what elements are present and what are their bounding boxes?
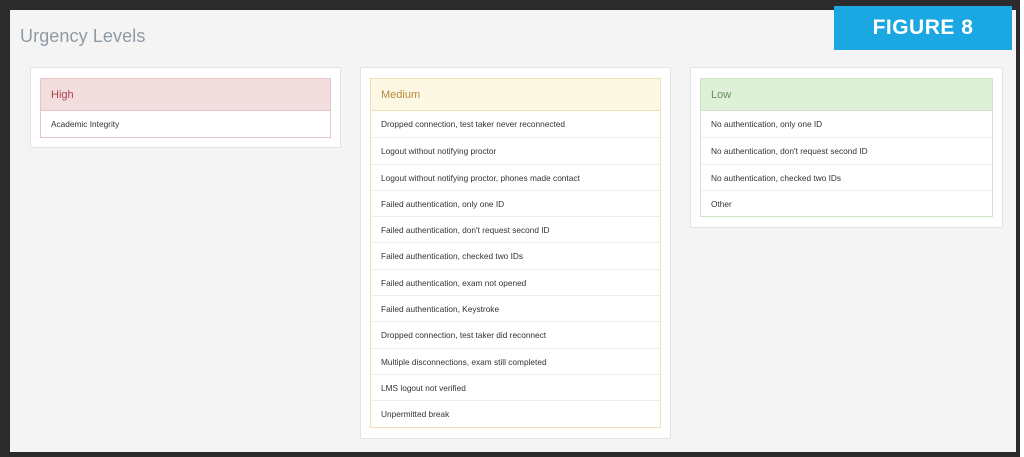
list-item[interactable]: Multiple disconnections, exam still comp… xyxy=(371,347,660,374)
page-title: Urgency Levels xyxy=(20,26,146,46)
list-item[interactable]: Academic Integrity xyxy=(41,111,330,137)
list-item[interactable]: Logout without notifying proctor, phones… xyxy=(371,163,660,190)
list-item[interactable]: Unpermitted break xyxy=(371,400,660,426)
list-item[interactable]: Dropped connection, test taker never rec… xyxy=(371,111,660,137)
low-item-list: No authentication, only one ID No authen… xyxy=(701,111,992,216)
list-item[interactable]: No authentication, don't request second … xyxy=(701,137,992,163)
list-item[interactable]: No authentication, checked two IDs xyxy=(701,163,992,190)
list-item[interactable]: LMS logout not verified xyxy=(371,373,660,400)
list-item[interactable]: Failed authentication, Keystroke xyxy=(371,295,660,321)
figure-label-badge: FIGURE 8 xyxy=(834,6,1012,50)
medium-panel-heading: Medium xyxy=(371,79,660,111)
low-urgency-card: Low No authentication, only one ID No au… xyxy=(690,67,1003,228)
high-urgency-panel: High Academic Integrity xyxy=(40,78,331,139)
medium-item-list: Dropped connection, test taker never rec… xyxy=(371,111,660,427)
list-item[interactable]: Failed authentication, don't request sec… xyxy=(371,216,660,242)
list-item[interactable]: No authentication, only one ID xyxy=(701,111,992,137)
low-panel-heading: Low xyxy=(701,79,992,111)
list-item[interactable]: Failed authentication, only one ID xyxy=(371,189,660,216)
list-item[interactable]: Logout without notifying proctor xyxy=(371,137,660,163)
list-item[interactable]: Failed authentication, checked two IDs xyxy=(371,242,660,268)
medium-urgency-card: Medium Dropped connection, test taker ne… xyxy=(360,67,671,439)
low-urgency-panel: Low No authentication, only one ID No au… xyxy=(700,78,993,218)
high-urgency-card: High Academic Integrity xyxy=(30,67,341,148)
medium-urgency-panel: Medium Dropped connection, test taker ne… xyxy=(370,78,661,428)
list-item[interactable]: Dropped connection, test taker did recon… xyxy=(371,321,660,347)
list-item[interactable]: Other xyxy=(701,189,992,216)
high-panel-heading: High xyxy=(41,79,330,111)
high-item-list: Academic Integrity xyxy=(41,111,330,137)
list-item[interactable]: Failed authentication, exam not opened xyxy=(371,268,660,295)
